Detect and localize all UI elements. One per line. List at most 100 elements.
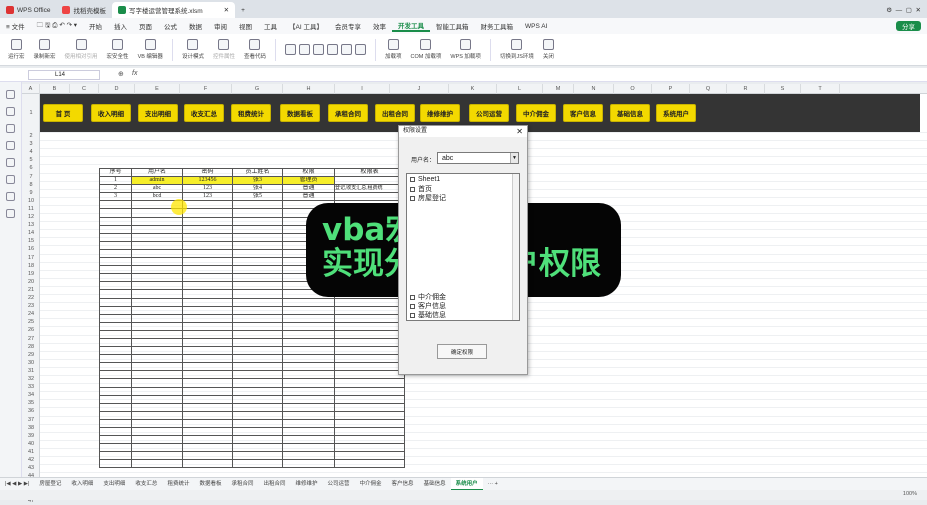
- row-header[interactable]: 35: [22, 399, 40, 407]
- close-tab-icon[interactable]: ✕: [224, 6, 229, 14]
- textbox-control-icon[interactable]: [298, 44, 310, 55]
- column-header[interactable]: L: [497, 84, 543, 94]
- table-cell[interactable]: [282, 337, 335, 348]
- table-cell[interactable]: [131, 305, 183, 315]
- table-cell[interactable]: [182, 426, 233, 437]
- menu-page[interactable]: 页面: [133, 21, 158, 31]
- row-header[interactable]: 15: [22, 237, 40, 245]
- table-cell[interactable]: [182, 435, 233, 445]
- nav-button[interactable]: 基础信息: [610, 104, 650, 122]
- table-cell[interactable]: [334, 426, 405, 437]
- column-header[interactable]: O: [614, 84, 652, 94]
- table-cell[interactable]: [282, 354, 335, 364]
- table-cell[interactable]: [99, 281, 132, 291]
- tool-icon[interactable]: [6, 158, 15, 167]
- table-cell[interactable]: [282, 435, 335, 445]
- table-cell[interactable]: 登记,收支汇总,租费统: [334, 184, 405, 194]
- table-cell[interactable]: [182, 313, 233, 323]
- table-cell[interactable]: [99, 443, 132, 453]
- checkbox[interactable]: [410, 186, 415, 192]
- table-cell[interactable]: [131, 362, 183, 372]
- table-row[interactable]: 2 abc 123 张4 普通 登记,收支汇总,租费统: [99, 184, 405, 194]
- table-cell[interactable]: [99, 305, 132, 315]
- column-header[interactable]: G: [232, 84, 283, 94]
- table-cell[interactable]: [131, 240, 183, 250]
- table-row[interactable]: [99, 378, 405, 388]
- combo-control-icon[interactable]: [340, 44, 352, 55]
- row-header[interactable]: 22: [22, 294, 40, 302]
- row-header[interactable]: 23: [22, 302, 40, 310]
- table-cell[interactable]: [99, 346, 132, 356]
- table-cell[interactable]: [131, 418, 183, 429]
- table-cell[interactable]: [131, 410, 183, 420]
- menu-home[interactable]: 开始: [83, 21, 108, 31]
- table-cell[interactable]: [182, 362, 233, 372]
- column-header-cell[interactable]: 密码: [182, 167, 233, 178]
- table-cell[interactable]: [182, 224, 233, 234]
- table-cell[interactable]: [182, 354, 233, 364]
- table-cell[interactable]: [131, 370, 183, 380]
- table-cell[interactable]: [232, 435, 283, 445]
- table-cell[interactable]: [232, 329, 283, 339]
- table-cell[interactable]: [282, 370, 335, 380]
- table-cell[interactable]: [182, 232, 233, 242]
- table-cell[interactable]: [334, 370, 405, 380]
- table-row[interactable]: [99, 337, 405, 348]
- tab-wps-office[interactable]: WPS Office: [0, 2, 56, 18]
- table-cell[interactable]: [182, 281, 233, 291]
- menu-efficiency[interactable]: 效率: [367, 21, 392, 31]
- sheet-tab[interactable]: 承租合同: [226, 478, 258, 491]
- relative-reference-button[interactable]: 使用相对引用: [65, 39, 98, 60]
- table-cell[interactable]: [182, 248, 233, 259]
- row-header[interactable]: 8: [22, 181, 40, 189]
- table-cell[interactable]: [182, 200, 233, 210]
- new-tab-button[interactable]: +: [235, 2, 251, 18]
- table-cell[interactable]: [232, 321, 283, 331]
- column-header[interactable]: D: [99, 84, 135, 94]
- table-row[interactable]: 1 admin 123456 张3 管理员: [99, 176, 405, 186]
- menu-ai-tools[interactable]: 【AI 工具】: [283, 21, 329, 31]
- wps-addins-button[interactable]: WPS 加载项: [450, 39, 481, 60]
- table-cell[interactable]: [182, 216, 233, 226]
- table-cell[interactable]: [182, 289, 233, 299]
- table-cell[interactable]: [131, 216, 183, 226]
- clip-icon[interactable]: [6, 124, 15, 133]
- table-cell[interactable]: [182, 265, 233, 275]
- table-cell[interactable]: 管理员: [282, 176, 335, 186]
- table-cell[interactable]: 123456: [182, 176, 233, 186]
- sheet-tab[interactable]: 系统用户: [450, 477, 483, 491]
- sheet-tab[interactable]: 收入明细: [66, 478, 98, 491]
- table-cell[interactable]: [99, 386, 132, 396]
- table-cell[interactable]: [232, 337, 283, 348]
- confirm-permission-button[interactable]: 确定权限: [437, 344, 487, 359]
- table-cell[interactable]: [182, 370, 233, 380]
- table-row[interactable]: [99, 410, 405, 420]
- table-cell[interactable]: 123: [182, 184, 233, 194]
- table-cell[interactable]: [282, 418, 335, 429]
- row-header[interactable]: 41: [22, 448, 40, 456]
- run-macro-button[interactable]: 运行宏: [8, 39, 25, 60]
- row-header[interactable]: 43: [22, 464, 40, 472]
- table-cell[interactable]: [182, 459, 233, 469]
- column-header[interactable]: H: [283, 84, 335, 94]
- menu-data[interactable]: 数据: [183, 21, 208, 31]
- table-cell[interactable]: [282, 329, 335, 339]
- table-cell[interactable]: [131, 346, 183, 356]
- row-header[interactable]: 21: [22, 286, 40, 294]
- row-header[interactable]: 19: [22, 270, 40, 278]
- row-header[interactable]: 11: [22, 205, 40, 213]
- table-cell[interactable]: 张5: [232, 192, 283, 202]
- file-menu[interactable]: ≡ 文件: [0, 21, 31, 31]
- checkbox[interactable]: [410, 195, 415, 201]
- column-header-cell[interactable]: 员工姓名: [232, 167, 283, 178]
- table-row[interactable]: [99, 402, 405, 412]
- table-cell[interactable]: [334, 435, 405, 445]
- table-cell[interactable]: [232, 208, 283, 218]
- table-cell[interactable]: [182, 321, 233, 331]
- table-cell[interactable]: [232, 232, 283, 242]
- column-header[interactable]: E: [135, 84, 180, 94]
- table-cell[interactable]: [99, 224, 132, 234]
- table-cell[interactable]: [131, 329, 183, 339]
- column-header[interactable]: A: [22, 84, 40, 94]
- nav-button[interactable]: 收入明细: [91, 104, 131, 122]
